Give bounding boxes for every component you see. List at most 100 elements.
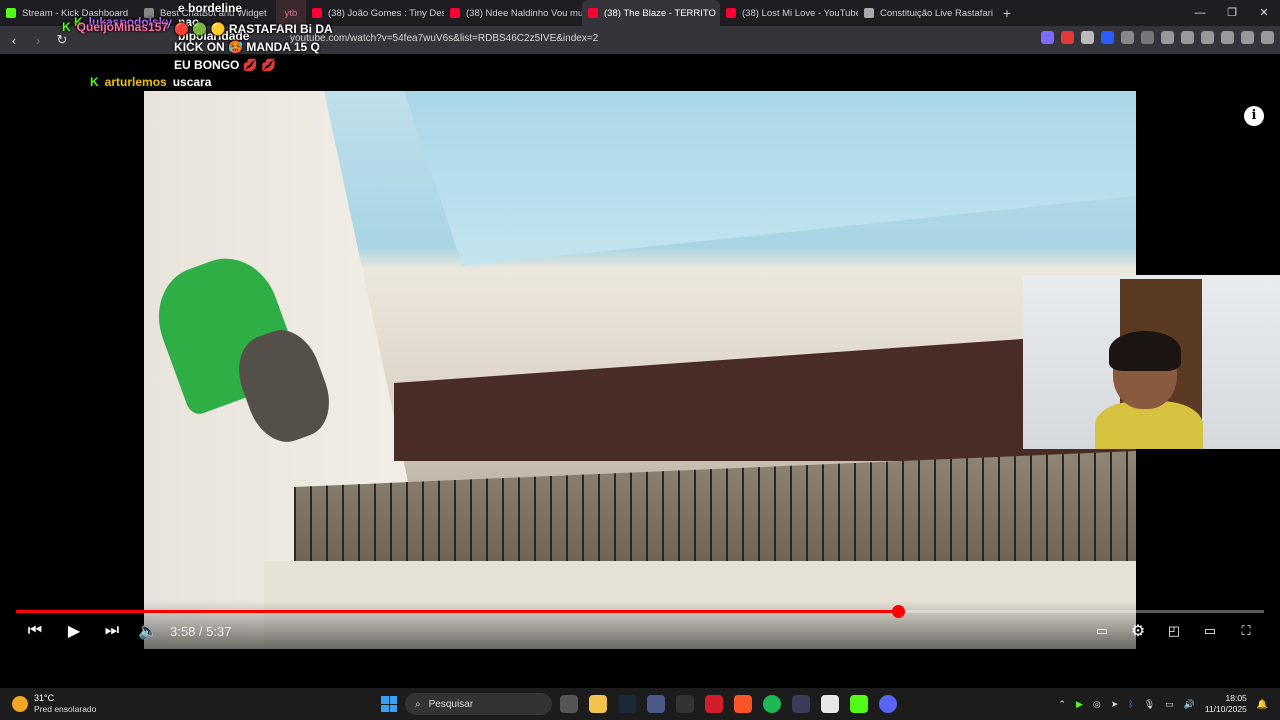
progress-bar[interactable] (16, 605, 1264, 618)
app-icon[interactable] (647, 695, 665, 713)
screenshot-icon[interactable] (1141, 31, 1154, 44)
progress-scrubber[interactable] (892, 605, 906, 618)
browser-tab[interactable]: (38) Ndee Naldinho Vou mud (444, 0, 582, 26)
search-placeholder: Pesquisar (428, 698, 474, 710)
browser-tab[interactable]: (38) The Blaze - TERRITO✕ (582, 0, 720, 26)
browser-tab[interactable]: (38) Lost Mi Love - YouTube (720, 0, 858, 26)
brave-icon[interactable] (734, 695, 752, 713)
weather-widget[interactable]: 31°C Pred ensolarado (12, 693, 96, 715)
streamer (1095, 331, 1203, 449)
windows-start-icon[interactable] (381, 696, 397, 712)
tab-favicon-icon (588, 8, 598, 18)
kick-badge-icon: K (62, 20, 71, 34)
player-controls: ⏮ ▶ ⏭ 🔈 3:58 / 5:37 ▭ ⚙ ◰ ▭ ⛶ (0, 600, 1280, 650)
theater-mode-icon[interactable]: ▭ (1197, 620, 1223, 642)
extension-icon[interactable] (1041, 31, 1054, 44)
progress-fill (16, 610, 899, 613)
microphone-icon[interactable]: 🎙 (1144, 699, 1155, 710)
kick-badge-icon: K (90, 75, 99, 89)
tab-favicon-icon (864, 8, 874, 18)
speaker-icon[interactable]: 🔊 (1184, 699, 1195, 710)
miniplayer-icon[interactable]: ◰ (1161, 620, 1187, 642)
duration: 5:37 (206, 624, 232, 639)
time-display: 3:58 / 5:37 (170, 624, 232, 639)
tab-label: Constituição Live Rastafari (880, 7, 993, 19)
clock[interactable]: 18:05 11/10/2025 (1205, 693, 1247, 715)
tab-favicon-icon (450, 8, 460, 18)
chat-message: K arturlemos uscara (90, 75, 211, 89)
chevron-up-icon[interactable]: ⌃ (1058, 699, 1066, 710)
notification-bell-icon[interactable]: 🔔 (1257, 699, 1268, 710)
next-icon[interactable]: ⏭ (99, 620, 125, 642)
taskbar: 31°C Pred ensolarado ⌕ Pesquisar ⌃ ▶ ◎ ➤… (0, 688, 1280, 720)
tab-favicon-icon (312, 8, 322, 18)
extension-toolbar (1041, 31, 1274, 44)
chat-username: QueijoMinas157 (76, 20, 169, 34)
task-view-icon[interactable] (560, 695, 578, 713)
puzzle-icon[interactable] (1121, 31, 1134, 44)
tab-favicon-icon (726, 8, 736, 18)
close-icon[interactable]: ✕ (1248, 0, 1280, 26)
video-frame[interactable] (144, 91, 1136, 649)
steam-icon[interactable] (618, 695, 636, 713)
tray-icon[interactable]: ◎ (1093, 699, 1101, 710)
chat-username: arturlemos (104, 75, 167, 89)
clock-date: 11/10/2025 (1204, 704, 1247, 714)
tab-favicon-icon (6, 8, 16, 18)
weather-description: Pred ensolarado (34, 704, 97, 714)
forward-icon[interactable]: › (28, 33, 48, 48)
webcam-overlay (1023, 275, 1280, 449)
app-icon[interactable] (792, 695, 810, 713)
clock-time: 18:05 (1225, 693, 1247, 703)
video-info-icon[interactable]: i (1244, 106, 1264, 126)
tab-label: (38) Lost Mi Love - YouTube (742, 7, 858, 19)
extension-icon[interactable] (1081, 31, 1094, 44)
search-icon: ⌕ (415, 698, 421, 710)
previous-icon[interactable]: ⏮ (22, 620, 48, 642)
system-tray: ⌃ ▶ ◎ ➤ ᛒ 🎙 ▭ 🔊 18:05 11/10/2025 🔔 (1058, 688, 1268, 720)
tray-icon[interactable]: ➤ (1111, 699, 1119, 710)
taskbar-search[interactable]: ⌕ Pesquisar (405, 693, 552, 715)
menu-icon[interactable] (1261, 31, 1274, 44)
discord-icon[interactable] (879, 695, 897, 713)
settings-gear-icon[interactable]: ⚙ (1125, 620, 1151, 642)
tab-label: (38) Ndee Naldinho Vou mud (466, 7, 582, 19)
tab-label: ytb (284, 7, 298, 19)
kick-tray-icon[interactable]: ▶ (1076, 699, 1083, 710)
extension-icon[interactable] (1061, 31, 1074, 44)
sun-icon (12, 696, 28, 712)
window-controls: — ❐ ✕ (1184, 0, 1280, 26)
screen: { "browser": { "tabs": [ {"label": "Stre… (0, 0, 1280, 720)
obs-icon[interactable] (676, 695, 694, 713)
file-explorer-icon[interactable] (589, 695, 607, 713)
chat-text: uscara (172, 75, 212, 89)
captions-icon[interactable]: ▭ (1089, 620, 1115, 642)
tab-label: (38) The Blaze - TERRITO (604, 7, 716, 19)
new-tab-button[interactable]: + (996, 5, 1018, 21)
browser-tab[interactable]: Constituição Live Rastafari (858, 0, 996, 26)
network-icon[interactable]: ▭ (1165, 699, 1174, 710)
restore-icon[interactable]: ❐ (1216, 0, 1248, 26)
kick-icon[interactable] (850, 695, 868, 713)
wallet-icon[interactable] (1201, 31, 1214, 44)
bluetooth-icon[interactable]: ᛒ (1128, 699, 1133, 709)
minimize-icon[interactable]: — (1184, 0, 1216, 26)
chat-text: 🔴 🟢 🟡 RASTAFARI Bi DA KICK ON 🥵 MANDA 15… (174, 22, 333, 72)
leo-ai-icon[interactable] (1221, 31, 1234, 44)
music-icon[interactable] (1161, 31, 1174, 44)
tab-label: (38) João Gomes : Tiny Desk B (328, 7, 444, 19)
video-scene-balcony (294, 451, 1136, 571)
chat-message: K QueijoMinas157 🔴 🟢 🟡 RASTAFARI Bi DA K… (62, 20, 339, 74)
play-icon[interactable]: ▶ (61, 620, 87, 642)
fullscreen-icon[interactable]: ⛶ (1233, 620, 1259, 642)
volume-icon[interactable]: 🔈 (135, 620, 161, 642)
notepad-icon[interactable] (821, 695, 839, 713)
spotify-icon[interactable] (763, 695, 781, 713)
vpn-icon[interactable] (1241, 31, 1254, 44)
back-icon[interactable]: ‹ (4, 33, 24, 48)
current-time: 3:58 (170, 624, 196, 639)
extension-icon[interactable] (1101, 31, 1114, 44)
sidebar-icon[interactable] (1181, 31, 1194, 44)
opera-icon[interactable] (705, 695, 723, 713)
video-scene-sky (404, 91, 1136, 266)
